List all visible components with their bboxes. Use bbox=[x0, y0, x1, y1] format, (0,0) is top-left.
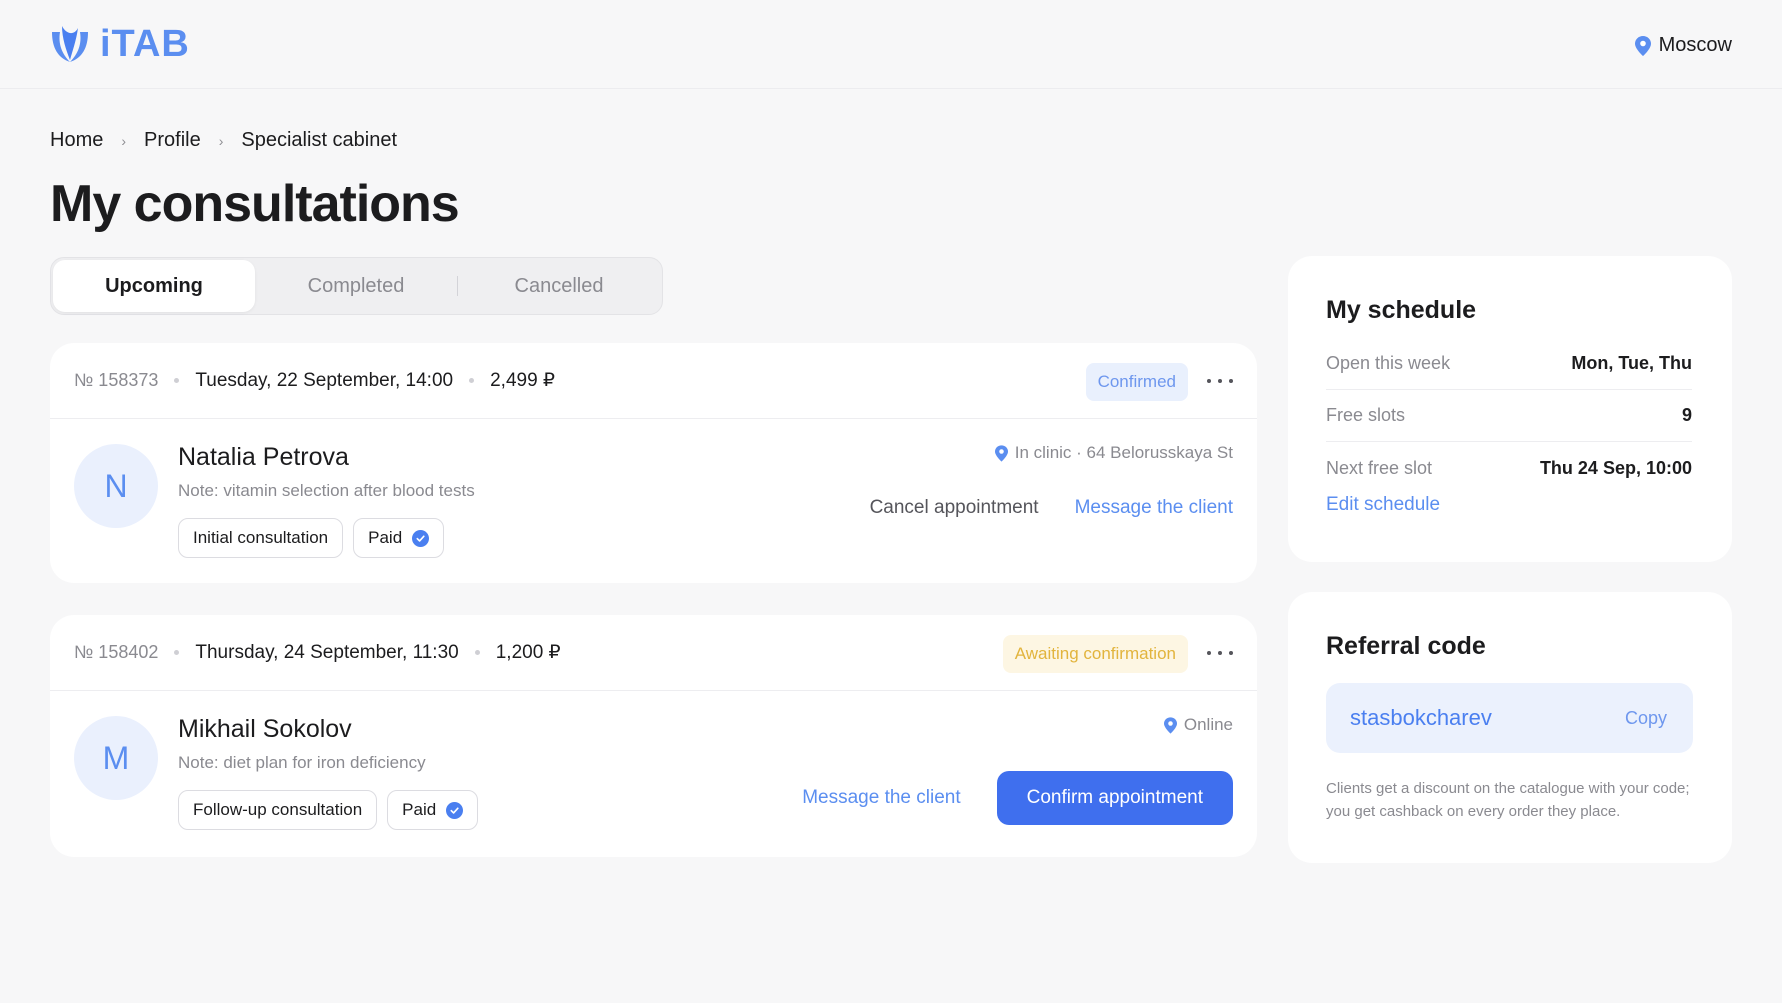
message-client-button[interactable]: Message the client bbox=[802, 787, 960, 809]
appointment-datetime: Tuesday, 22 September, 14:00 bbox=[195, 369, 454, 391]
location-label: In clinic · 64 Belorusskaya St bbox=[1014, 443, 1233, 462]
confirm-appointment-button[interactable]: Confirm appointment bbox=[996, 771, 1233, 825]
chevron-right-icon: › bbox=[218, 132, 224, 149]
chip-label: Initial consultation bbox=[193, 528, 329, 547]
more-dots-icon[interactable] bbox=[1207, 641, 1233, 665]
more-dots-icon[interactable] bbox=[1207, 369, 1233, 393]
check-badge-icon bbox=[412, 529, 430, 547]
breadcrumb-profile[interactable]: Profile bbox=[144, 129, 201, 152]
consultation-tabs: Upcoming Completed Cancelled bbox=[50, 257, 663, 315]
referral-panel: Referral code stasbokcharev Copy Clients… bbox=[1288, 592, 1732, 863]
schedule-row: Open this week Mon, Tue, Thu bbox=[1326, 338, 1692, 390]
schedule-row-value: Thu 24 Sep, 10:00 bbox=[1539, 457, 1692, 478]
appointment-location: Online bbox=[1163, 715, 1233, 735]
tab-completed[interactable]: Completed bbox=[255, 260, 457, 312]
city-label: Moscow bbox=[1658, 34, 1732, 56]
consultation-type-chip: Initial consultation bbox=[178, 518, 344, 558]
appointment-price: 2,499 ₽ bbox=[490, 370, 556, 391]
schedule-row: Free slots 9 bbox=[1326, 390, 1692, 442]
chips: Follow-up consultation Paid bbox=[178, 790, 479, 830]
logo-text: iTAB bbox=[100, 22, 190, 65]
client-name: Natalia Petrova bbox=[178, 443, 349, 471]
message-client-button[interactable]: Message the client bbox=[1075, 497, 1233, 519]
consultation-card-body: N Natalia Petrova Note: vitamin selectio… bbox=[50, 419, 1257, 583]
tab-cancelled[interactable]: Cancelled bbox=[458, 260, 660, 312]
tab-upcoming[interactable]: Upcoming bbox=[53, 260, 255, 312]
referral-description: Clients get a discount on the catalogue … bbox=[1326, 780, 1690, 820]
chevron-right-icon: › bbox=[121, 132, 127, 149]
top-header: iTAB Moscow bbox=[0, 0, 1782, 89]
schedule-row-label: Open this week bbox=[1326, 353, 1451, 373]
location-pin-icon bbox=[1163, 716, 1177, 734]
copy-button[interactable]: Copy bbox=[1625, 708, 1667, 729]
schedule-row-value: 9 bbox=[1681, 405, 1692, 425]
chips: Initial consultation Paid bbox=[178, 518, 445, 558]
logo-icon bbox=[52, 26, 88, 62]
client-note: Note: diet plan for iron deficiency bbox=[178, 753, 426, 772]
client-name: Mikhail Sokolov bbox=[178, 715, 352, 743]
breadcrumb-current: Specialist cabinet bbox=[241, 129, 398, 151]
schedule-title: My schedule bbox=[1326, 296, 1477, 324]
cancel-appointment-button[interactable]: Cancel appointment bbox=[870, 497, 1039, 519]
referral-title: Referral code bbox=[1326, 632, 1486, 660]
card-actions: Message the client Confirm appointment bbox=[802, 771, 1233, 825]
location-pin-icon bbox=[1634, 35, 1651, 56]
breadcrumb-home[interactable]: Home bbox=[50, 129, 103, 152]
order-number: № 158402 bbox=[74, 642, 159, 662]
consultation-type-chip: Follow-up consultation bbox=[178, 790, 378, 830]
schedule-row-label: Free slots bbox=[1326, 405, 1406, 425]
client-note: Note: vitamin selection after blood test… bbox=[178, 481, 475, 500]
avatar: N bbox=[74, 444, 158, 528]
appointment-datetime: Thursday, 24 September, 11:30 bbox=[195, 641, 459, 663]
schedule-row-value: Mon, Tue, Thu bbox=[1571, 353, 1692, 373]
schedule-row-label: Next free slot bbox=[1326, 457, 1433, 478]
edit-schedule-link[interactable]: Edit schedule bbox=[1326, 494, 1440, 516]
status-badge: Confirmed bbox=[1085, 363, 1188, 401]
chip-label: Follow-up consultation bbox=[193, 800, 363, 819]
separator-dot bbox=[174, 378, 180, 383]
order-number: № 158373 bbox=[74, 370, 159, 390]
chip-label: Paid bbox=[368, 528, 403, 547]
consultation-card-header: № 158373 Tuesday, 22 September, 14:00 2,… bbox=[50, 343, 1257, 419]
breadcrumb: Home › Profile › Specialist cabinet bbox=[50, 129, 397, 152]
separator-dot bbox=[469, 378, 475, 383]
card-actions: Cancel appointment Message the client bbox=[870, 497, 1233, 519]
consultation-card: № 158402 Thursday, 24 September, 11:30 1… bbox=[50, 615, 1257, 857]
appointment-price: 1,200 ₽ bbox=[495, 642, 561, 663]
status-badge: Awaiting confirmation bbox=[1002, 635, 1188, 673]
schedule-row: Next free slot Thu 24 Sep, 10:00 bbox=[1326, 442, 1692, 494]
payment-status-chip: Paid bbox=[387, 790, 479, 830]
consultation-card: № 158373 Tuesday, 22 September, 14:00 2,… bbox=[50, 343, 1257, 583]
consultation-card-body: M Mikhail Sokolov Note: diet plan for ir… bbox=[50, 691, 1257, 857]
schedule-panel: My schedule Open this week Mon, Tue, Thu… bbox=[1288, 256, 1732, 562]
check-badge-icon bbox=[446, 801, 464, 819]
city-selector[interactable]: Moscow bbox=[1634, 34, 1732, 57]
appointment-location: In clinic · 64 Belorusskaya St bbox=[994, 443, 1233, 463]
avatar: M bbox=[74, 716, 158, 800]
location-pin-icon bbox=[994, 444, 1008, 462]
logo[interactable]: iTAB bbox=[48, 22, 190, 66]
chip-label: Paid bbox=[402, 800, 437, 819]
referral-code-box: stasbokcharev Copy bbox=[1326, 683, 1693, 753]
consultation-card-header: № 158402 Thursday, 24 September, 11:30 1… bbox=[50, 615, 1257, 691]
payment-status-chip: Paid bbox=[353, 518, 445, 558]
separator-dot bbox=[474, 650, 480, 655]
page-title: My consultations bbox=[50, 175, 460, 233]
separator-dot bbox=[174, 650, 180, 655]
referral-code: stasbokcharev bbox=[1350, 705, 1492, 730]
location-label: Online bbox=[1183, 715, 1233, 734]
